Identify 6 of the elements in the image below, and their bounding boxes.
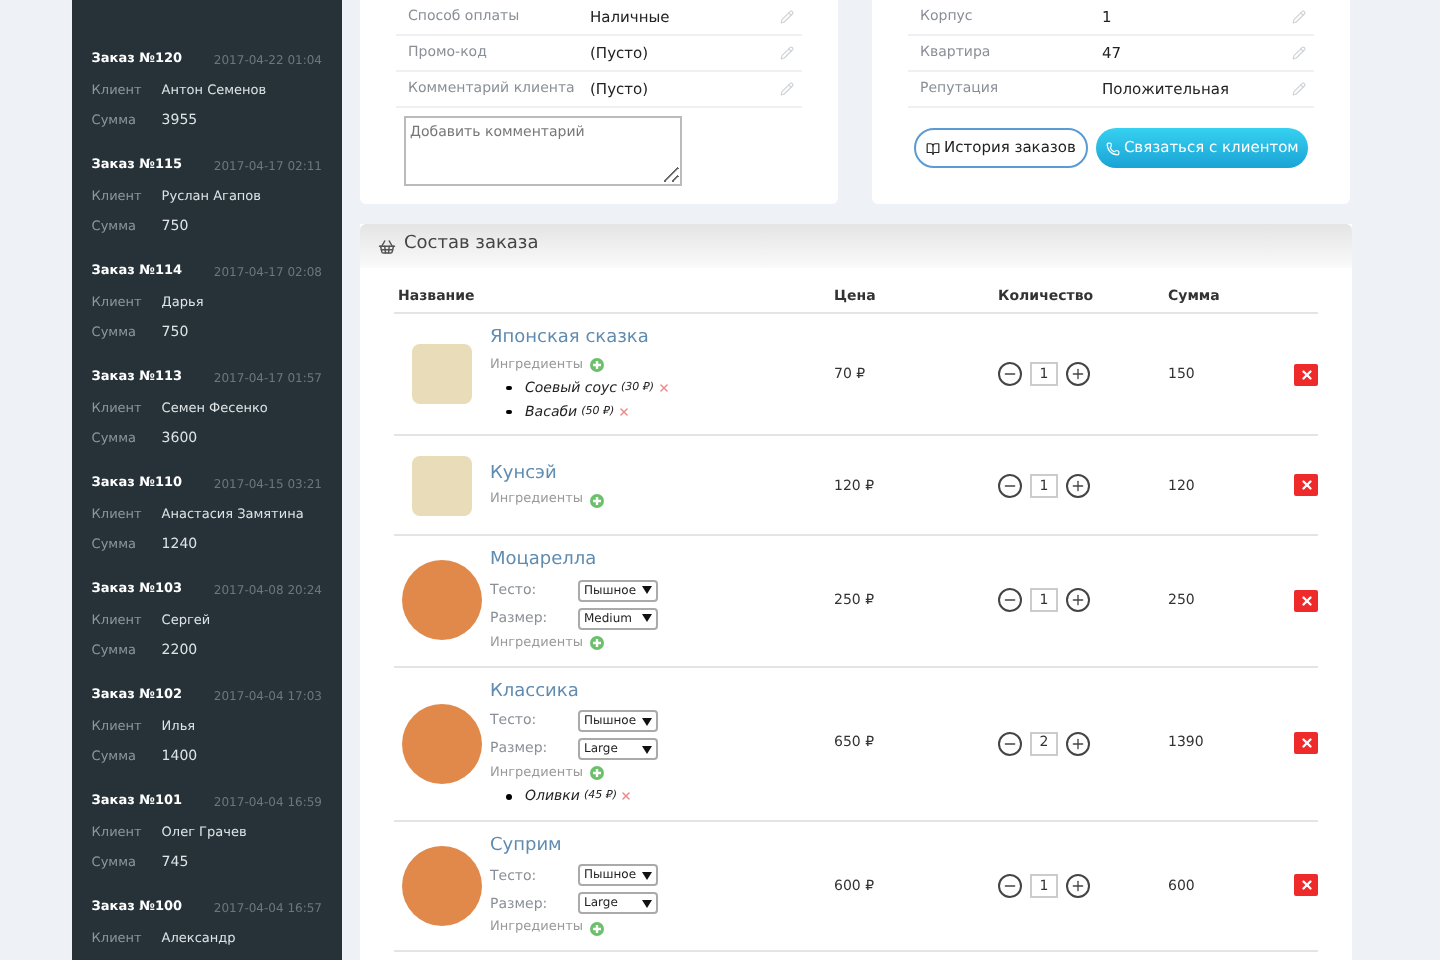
product-name[interactable]: Суприм	[490, 833, 658, 861]
product-name[interactable]: Классика	[490, 679, 658, 706]
panel-title: Состав заказа	[404, 232, 539, 259]
product-name[interactable]: Кунсэй	[490, 461, 604, 489]
product-name[interactable]: Моцарелла	[490, 548, 658, 576]
product-name[interactable]: Японская сказка	[490, 326, 671, 353]
